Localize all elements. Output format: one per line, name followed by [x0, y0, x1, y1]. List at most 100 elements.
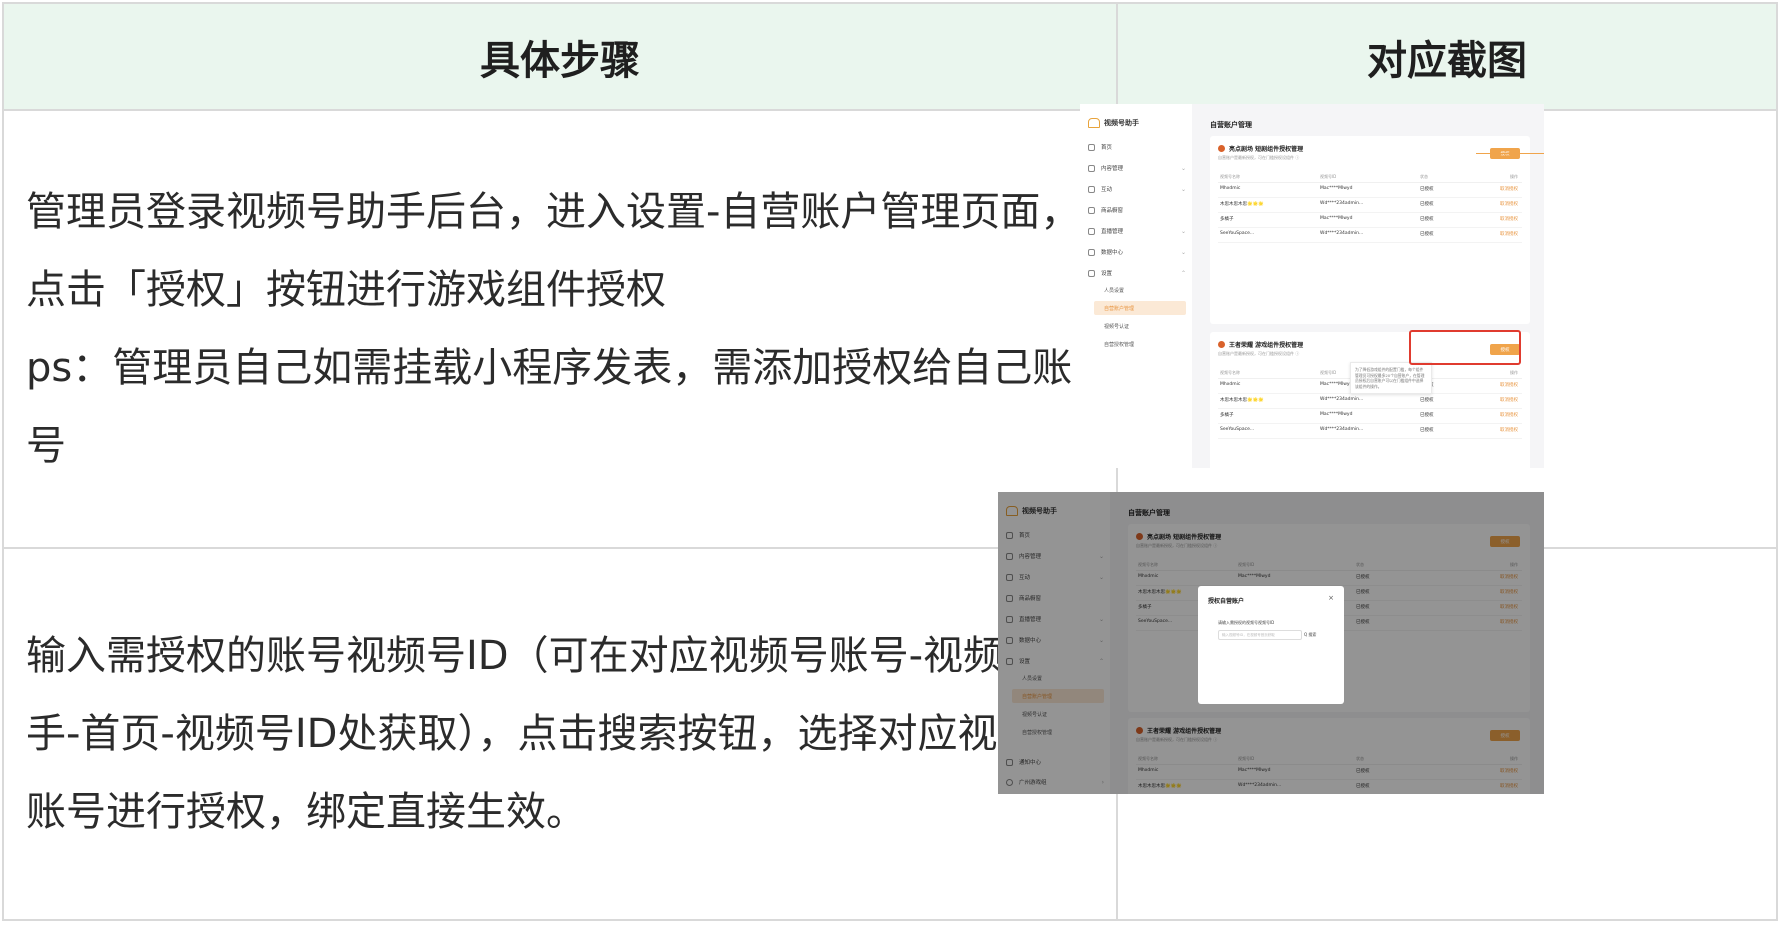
revoke-link[interactable]: 取消授权	[1500, 216, 1518, 222]
nav-label: 数据中心	[1101, 250, 1124, 256]
sidebar: 视频号助手 首页 内容管理 ⌄ 互动 ⌄ 商品橱窗 直播管理 ⌄ 数据中心 ⌄ 设置 ⌃ …	[1080, 104, 1192, 468]
col-name: 视频号名称	[1220, 370, 1240, 375]
nav-shop[interactable]: 商品橱窗	[1088, 203, 1186, 217]
chevron-up-icon: ⌃	[1180, 269, 1186, 277]
account-status: 已授权	[1420, 413, 1434, 418]
col-action: 操作	[1510, 174, 1518, 179]
account-name: 多橘子	[1220, 217, 1234, 222]
game-icon	[1218, 341, 1225, 348]
sub-self-auth[interactable]: 自营授权管理	[1094, 337, 1186, 351]
screenshot-1: 视频号助手 首页 内容管理 ⌄ 互动 ⌄ 商品橱窗 直播管理 ⌄ 数据中心 ⌄ 设置 ⌃ …	[1080, 104, 1544, 468]
nav-content[interactable]: 内容管理 ⌄	[1088, 161, 1186, 175]
card-short-drama: 亮点剧场 短剧组件授权管理 自营账户是最新授权，可在门槛授权设组件 ⓘ 授权 视…	[1210, 136, 1530, 324]
table-row: SeeYouSpace... Wd****234admin... 已授权 取消授权	[1218, 423, 1522, 439]
revoke-link[interactable]: 取消授权	[1500, 397, 1518, 403]
close-icon[interactable]: ×	[1328, 594, 1334, 602]
step-1-line: 管理员登录视频号助手后台，进入设置-自营账户管理页面，	[26, 189, 1081, 235]
logo-icon	[1088, 118, 1100, 128]
step-1-line: ps：管理员自己如需挂载小程序发表，需添加授权给自己账	[26, 345, 1073, 391]
account-name: 多橘子	[1220, 413, 1234, 418]
revoke-link[interactable]: 取消授权	[1500, 427, 1518, 433]
highlight-box	[1409, 330, 1521, 365]
tooltip: 为了降低游戏组件的配置门槛，每个组件管理员可授权最多20个自营账户，在管理员授权…	[1350, 362, 1432, 394]
shop-icon	[1088, 206, 1095, 214]
revoke-link[interactable]: 取消授权	[1500, 186, 1518, 192]
modal-label: 请输入需授权的视频号视频号ID	[1218, 620, 1275, 625]
table-row: 多橘子 Mac****Mlwyd 已授权 取消授权	[1218, 212, 1522, 228]
account-id: Mac****Mlwyd	[1320, 186, 1353, 191]
page-title: 自营账户管理	[1210, 121, 1252, 129]
account-name: Mhxdmic	[1220, 382, 1241, 387]
account-id: Mac****Mlwyd	[1320, 216, 1353, 221]
nav-home[interactable]: 首页	[1088, 140, 1186, 154]
revoke-link[interactable]: 取消授权	[1500, 412, 1518, 418]
step-2-line: 手-首页-视频号ID处获取），点击搜索按钮，选择对应视频号	[26, 711, 1078, 757]
search-button[interactable]: Q 搜索	[1304, 630, 1324, 640]
nav-settings[interactable]: 设置 ⌃	[1088, 266, 1186, 280]
account-name: 木思木思木思🌟🌟🌟	[1220, 202, 1264, 207]
revoke-link[interactable]: 取消授权	[1500, 231, 1518, 237]
sub-people-settings[interactable]: 人员设置	[1094, 283, 1186, 297]
app-name: 视频号助手	[1104, 119, 1139, 127]
home-icon	[1088, 143, 1095, 151]
screenshot-2: 视频号助手 首页 内容管理 ⌄ 互动 ⌄ 商品橱窗 直播管理 ⌄ 数据中心 ⌄ 设置 ⌃ …	[998, 492, 1544, 794]
gear-icon	[1088, 269, 1095, 277]
step-1-text: 管理员登录视频号助手后台，进入设置-自营账户管理页面， 点击「授权」按钮进行游戏…	[4, 173, 1116, 485]
chart-icon	[1088, 248, 1095, 256]
sub-verify[interactable]: 视频号认证	[1094, 319, 1186, 333]
nav-label: 设置	[1101, 271, 1113, 277]
chevron-down-icon: ⌄	[1180, 248, 1186, 256]
modal-title: 授权自营账户	[1208, 598, 1245, 605]
chevron-down-icon: ⌄	[1180, 164, 1186, 172]
table-row: 木思木思木思🌟🌟🌟 Wd****234admin... 已授权 取消授权	[1218, 393, 1522, 409]
nav-interact[interactable]: 互动 ⌄	[1088, 182, 1186, 196]
sub-self-account[interactable]: 自营账户管理	[1094, 301, 1186, 315]
account-id: Wd****234admin...	[1320, 427, 1364, 432]
card-subtitle: 自营账户是最新授权，可在门槛授权设组件 ⓘ	[1218, 155, 1300, 160]
live-icon	[1088, 227, 1095, 235]
step-2-line: 账号进行授权，绑定直接生效。	[26, 789, 586, 835]
table-row: Mhxdmic Mac****Mlwyd 已授权 取消授权	[1218, 182, 1522, 198]
account-status: 已授权	[1420, 202, 1434, 207]
app-logo: 视频号助手	[1088, 118, 1139, 128]
nav-label: 商品橱窗	[1101, 208, 1124, 214]
nav-data[interactable]: 数据中心 ⌄	[1088, 245, 1186, 259]
chat-icon	[1088, 185, 1095, 193]
nav-label: 内容管理	[1101, 166, 1124, 172]
col-action: 操作	[1510, 370, 1518, 375]
step-2-text: 输入需授权的账号视频号ID（可在对应视频号账号-视频号助 手-首页-视频号ID处…	[4, 617, 1116, 851]
col-status: 状态	[1420, 174, 1428, 179]
account-id: Wd****234admin...	[1320, 201, 1364, 206]
content-icon	[1088, 164, 1095, 172]
account-id: Mac****Mlwyd	[1320, 382, 1353, 387]
step-2-line: 输入需授权的账号视频号ID（可在对应视频号账号-视频号助	[26, 633, 1084, 679]
authorize-modal: 授权自营账户 × 请输入需授权的视频号视频号ID 输入视频号ID，在视频号首页获…	[1198, 586, 1344, 704]
revoke-link[interactable]: 取消授权	[1500, 382, 1518, 388]
channel-id-input[interactable]: 输入视频号ID，在视频号首页获取	[1218, 630, 1302, 640]
card-title-text: 亮点剧场 短剧组件授权管理	[1229, 146, 1304, 153]
step-1-cell: 管理员登录视频号助手后台，进入设置-自营账户管理页面， 点击「授权」按钮进行游戏…	[2, 109, 1118, 549]
step-2-cell: 输入需授权的账号视频号ID（可在对应视频号账号-视频号助 手-首页-视频号ID处…	[2, 547, 1118, 921]
card-subtitle: 自营账户是最新授权，可在门槛授权设组件 ⓘ	[1218, 351, 1300, 356]
account-status: 已授权	[1420, 217, 1434, 222]
account-name: SeeYouSpace...	[1220, 427, 1255, 432]
table-row: SeeYouSpace... Wd****234admin... 已授权 取消授权	[1218, 227, 1522, 243]
nav-live[interactable]: 直播管理 ⌄	[1088, 224, 1186, 238]
drama-icon	[1218, 145, 1225, 152]
card-title-text: 王者荣耀 游戏组件授权管理	[1229, 342, 1304, 349]
step-1-line: 号	[26, 423, 66, 469]
card-title: 亮点剧场 短剧组件授权管理	[1218, 144, 1303, 153]
account-status: 已授权	[1420, 187, 1434, 192]
step-1-line: 点击「授权」按钮进行游戏组件授权	[26, 267, 666, 313]
nav-label: 互动	[1101, 187, 1113, 193]
chevron-down-icon: ⌄	[1180, 185, 1186, 193]
account-status: 已授权	[1420, 232, 1434, 237]
table-row: 木思木思木思🌟🌟🌟 Wd****234admin... 已授权 取消授权	[1218, 197, 1522, 213]
account-id: Wd****234admin...	[1320, 231, 1364, 236]
col-id: 视频号ID	[1320, 174, 1337, 179]
col-id: 视频号ID	[1320, 370, 1337, 375]
account-name: 木思木思木思🌟🌟🌟	[1220, 398, 1264, 403]
revoke-link[interactable]: 取消授权	[1500, 201, 1518, 207]
account-id: Wd****234admin...	[1320, 397, 1364, 402]
account-id: Mac****Mlwyd	[1320, 412, 1353, 417]
